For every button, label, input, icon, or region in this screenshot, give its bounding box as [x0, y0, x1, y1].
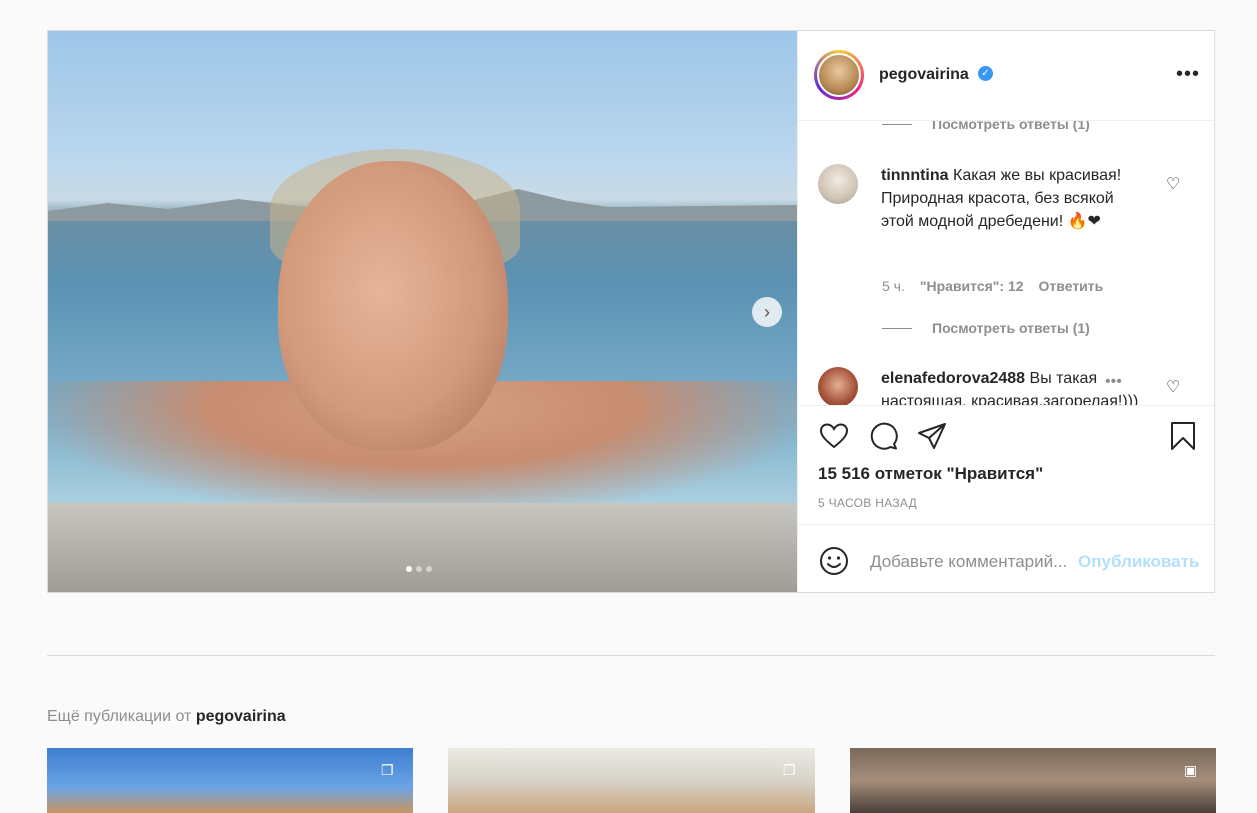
emoji-icon[interactable]: [818, 545, 850, 577]
avatar[interactable]: [814, 50, 864, 100]
carousel-dot: [416, 566, 422, 572]
comment-input[interactable]: [868, 547, 1082, 577]
bookmark-icon[interactable]: [1167, 420, 1199, 452]
post-time[interactable]: 5 ЧАСОВ НАЗАД: [818, 496, 917, 510]
section-divider: [47, 655, 1215, 656]
add-comment-bar: Опубликовать: [798, 524, 1214, 592]
view-replies-button[interactable]: Посмотреть ответы (1): [882, 320, 1090, 336]
publish-button[interactable]: Опубликовать: [1078, 552, 1199, 572]
post-username[interactable]: pegovairina: [879, 66, 969, 84]
post-actions: 15 516 отметок "Нравится" 5 ЧАСОВ НАЗАД: [798, 405, 1214, 525]
view-replies-label: Посмотреть ответы (1): [932, 121, 1090, 132]
like-icon[interactable]: [818, 420, 850, 452]
chevron-right-icon: ›: [764, 301, 770, 322]
comments-list: Посмотреть ответы (1) tinnntina Какая же…: [798, 121, 1214, 405]
more-post-thumbnail[interactable]: ▣: [850, 748, 1216, 813]
comment-body: elenafedorova2488 Вы такая настоящая, кр…: [881, 367, 1143, 405]
carousel-dot: [426, 566, 432, 572]
carousel-dots: [406, 566, 432, 572]
verified-icon: ✓: [978, 66, 993, 81]
comment-body: tinnntina Какая же вы красивая! Природна…: [881, 164, 1143, 233]
comment-likes[interactable]: "Нравится": 12: [920, 278, 1024, 294]
comment-meta: 5 ч. "Нравится": 12 Ответить: [882, 278, 1103, 294]
comment-options-icon[interactable]: •••: [1105, 373, 1122, 391]
comment-avatar[interactable]: [818, 164, 858, 204]
multiple-photos-icon: ❐: [783, 762, 796, 778]
pool-ledge: [48, 503, 797, 592]
comment-age: 5 ч.: [882, 278, 905, 294]
post-sidebar: pegovairina ✓ ••• Посмотреть ответы (1) …: [797, 31, 1214, 592]
comment-avatar[interactable]: [818, 367, 858, 405]
likes-count[interactable]: 15 516 отметок "Нравится": [818, 464, 1043, 484]
post-header: pegovairina ✓ •••: [798, 31, 1214, 121]
more-post-thumbnail[interactable]: ❐: [448, 748, 815, 813]
post-card: › pegovairina ✓ ••• Посмотреть ответы (1…: [47, 30, 1215, 593]
reply-button[interactable]: Ответить: [1039, 278, 1104, 294]
carousel-dot: [406, 566, 412, 572]
replies-line: [882, 327, 912, 329]
more-posts-prefix: Ещё публикации от: [47, 708, 192, 725]
avatar-image: [817, 53, 861, 97]
post-photo[interactable]: ›: [48, 31, 797, 592]
next-slide-button[interactable]: ›: [752, 297, 782, 327]
video-icon: ▣: [1184, 762, 1198, 778]
more-posts-title: Ещё публикации от pegovairina: [47, 708, 286, 726]
heart-icon[interactable]: ♡: [1166, 377, 1180, 397]
face: [278, 161, 508, 451]
replies-line: [882, 123, 912, 125]
view-replies-label: Посмотреть ответы (1): [932, 320, 1090, 336]
comment-username[interactable]: elenafedorova2488: [881, 370, 1025, 387]
comment-username[interactable]: tinnntina: [881, 167, 949, 184]
share-icon[interactable]: [916, 420, 948, 452]
more-posts-username[interactable]: pegovairina: [196, 708, 286, 725]
comment-icon[interactable]: [867, 420, 899, 452]
multiple-photos-icon: ❐: [381, 762, 394, 778]
heart-icon[interactable]: ♡: [1166, 174, 1180, 194]
view-replies-button[interactable]: Посмотреть ответы (1): [882, 121, 1090, 132]
more-post-thumbnail[interactable]: ❐: [47, 748, 413, 813]
more-options-icon[interactable]: •••: [1176, 63, 1200, 86]
